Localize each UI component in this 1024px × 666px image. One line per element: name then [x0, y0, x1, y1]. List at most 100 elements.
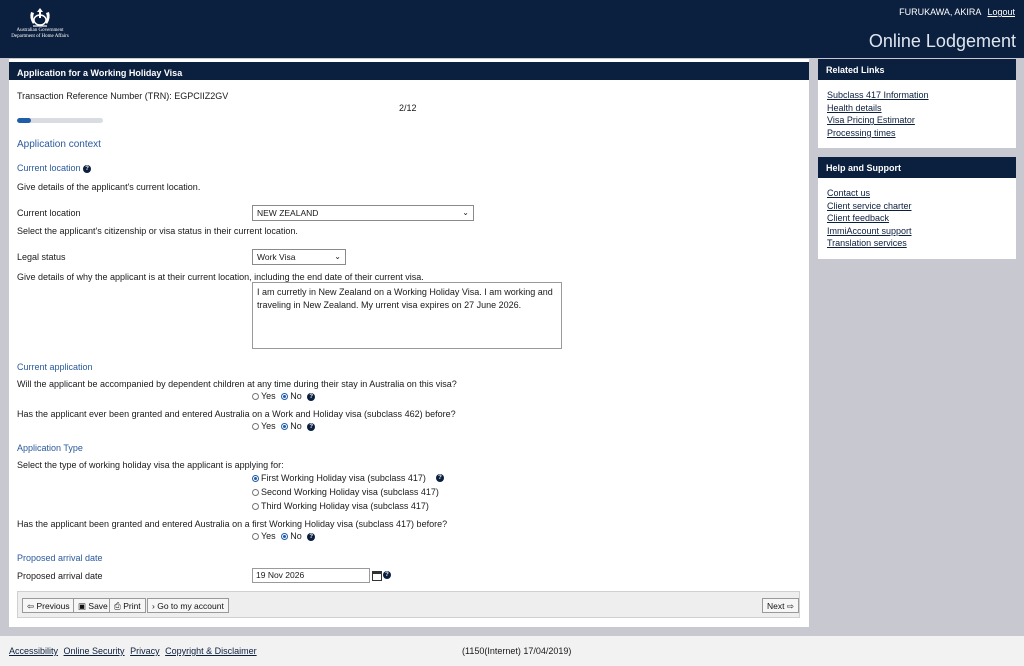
reason-textarea[interactable]: I am curretly in New Zealand on a Workin…: [252, 282, 562, 349]
footer-link-copyright[interactable]: Copyright & Disclaimer: [165, 646, 257, 656]
help-link-charter[interactable]: Client service charter: [827, 201, 912, 211]
help-support-list: Contact us Client service charter Client…: [818, 178, 1016, 256]
print-label: Print: [123, 601, 141, 611]
help-icon[interactable]: ?: [307, 423, 316, 431]
next-button[interactable]: Next ⇨: [762, 598, 799, 613]
citizenship-desc: Select the applicant's citizenship or vi…: [17, 226, 298, 236]
dependents-no-radio[interactable]: [281, 393, 289, 400]
question-462: Has the applicant ever been granted and …: [17, 409, 456, 419]
related-link-subclass-417[interactable]: Subclass 417 Information: [827, 90, 929, 100]
help-icon[interactable]: ?: [83, 165, 92, 173]
help-link-item: Client feedback: [827, 212, 1007, 225]
current-location-value: NEW ZEALAND: [257, 208, 319, 218]
question-dependents: Will the applicant be accompanied by dep…: [17, 379, 457, 389]
help-icon[interactable]: ?: [436, 474, 444, 482]
first-417-no-radio[interactable]: [281, 533, 289, 540]
footer-links: Accessibility Online Security Privacy Co…: [9, 646, 260, 656]
yes-label: Yes: [261, 421, 276, 431]
help-icon[interactable]: ?: [383, 571, 391, 579]
help-link-item: ImmiAccount support: [827, 225, 1007, 238]
current-location-select[interactable]: NEW ZEALAND ⌄: [252, 205, 474, 221]
current-application-heading: Current application: [17, 362, 93, 372]
related-links-panel: Related Links Subclass 417 Information H…: [818, 59, 1016, 148]
legal-status-select[interactable]: Work Visa ⌄: [252, 249, 346, 265]
version-text: (1150(Internet) 17/04/2019): [462, 646, 572, 656]
application-type-heading: Application Type: [17, 443, 83, 453]
subclass-462-no-radio[interactable]: [281, 423, 289, 430]
help-link-immiaccount[interactable]: ImmiAccount support: [827, 226, 912, 236]
government-logo: Australian Government Department of Home…: [8, 6, 72, 48]
related-links-title: Related Links: [818, 59, 1016, 80]
print-button[interactable]: ⎙ Print: [109, 598, 146, 613]
help-support-title: Help and Support: [818, 157, 1016, 178]
arrival-label: Proposed arrival date: [17, 571, 103, 581]
go-to-account-label: Go to my account: [157, 601, 224, 611]
footer-link-privacy[interactable]: Privacy: [130, 646, 160, 656]
dependents-yes-radio[interactable]: [252, 393, 259, 400]
visa-type-first-radio[interactable]: [252, 475, 259, 482]
no-label: No: [290, 391, 302, 401]
user-info: FURUKAWA, AKIRA Logout: [899, 7, 1015, 17]
previous-button[interactable]: ⇦ Previous: [22, 598, 75, 613]
help-icon[interactable]: ?: [307, 533, 316, 541]
previous-label: Previous: [36, 601, 70, 611]
legal-status-label: Legal status: [17, 252, 66, 262]
first-417-radio-group: Yes No ?: [252, 531, 316, 541]
logout-link[interactable]: Logout: [987, 7, 1015, 17]
save-label: Save: [88, 601, 108, 611]
footer-link-security[interactable]: Online Security: [64, 646, 125, 656]
user-name: FURUKAWA, AKIRA: [899, 7, 981, 17]
help-link-item: Translation services: [827, 237, 1007, 250]
help-support-panel: Help and Support Contact us Client servi…: [818, 157, 1016, 259]
footer-link-accessibility[interactable]: Accessibility: [9, 646, 58, 656]
no-label: No: [290, 531, 302, 541]
help-link-translation[interactable]: Translation services: [827, 238, 907, 248]
help-link-feedback[interactable]: Client feedback: [827, 213, 889, 223]
previous-arrow-icon: ⇦: [27, 601, 35, 611]
yes-label: Yes: [261, 531, 276, 541]
page-footer: Accessibility Online Security Privacy Co…: [0, 636, 1024, 666]
go-to-account-button[interactable]: › Go to my account: [147, 598, 229, 613]
save-icon: ▣: [78, 601, 87, 611]
first-417-yes-radio[interactable]: [252, 533, 259, 540]
related-link-item: Visa Pricing Estimator: [827, 114, 1007, 127]
arrival-heading: Proposed arrival date: [17, 553, 103, 563]
section-title: Application context: [17, 139, 101, 150]
visa-type-option-third[interactable]: Third Working Holiday visa (subclass 417…: [252, 501, 429, 511]
dependents-radio-group: Yes No ?: [252, 391, 316, 401]
visa-type-second-radio[interactable]: [252, 489, 259, 496]
site-header: Australian Government Department of Home…: [0, 0, 1024, 58]
progress-bar: [17, 118, 103, 123]
chevron-right-icon: ›: [152, 601, 155, 611]
save-button[interactable]: ▣ Save: [73, 598, 113, 613]
related-link-processing[interactable]: Processing times: [827, 128, 896, 138]
chevron-down-icon: ⌄: [334, 252, 341, 261]
site-title: Online Lodgement: [868, 31, 1016, 51]
arrival-date-input[interactable]: 19 Nov 2026: [252, 568, 370, 583]
related-link-pricing[interactable]: Visa Pricing Estimator: [827, 115, 915, 125]
related-link-item: Health details: [827, 102, 1007, 115]
visa-type-second-label: Second Working Holiday visa (subclass 41…: [261, 487, 439, 497]
subclass-462-yes-radio[interactable]: [252, 423, 259, 430]
coat-of-arms-icon: [30, 8, 50, 27]
chevron-down-icon: ⌄: [462, 208, 469, 217]
current-location-label: Current location: [17, 208, 81, 218]
current-location-heading: Current location ?: [17, 163, 92, 173]
related-link-item: Subclass 417 Information: [827, 89, 1007, 102]
type-desc: Select the type of working holiday visa …: [17, 460, 284, 470]
application-form-panel: Application for a Working Holiday Visa T…: [9, 59, 809, 627]
visa-type-option-first[interactable]: First Working Holiday visa (subclass 417…: [252, 473, 426, 483]
current-location-heading-text: Current location: [17, 163, 81, 173]
help-icon[interactable]: ?: [307, 393, 316, 401]
help-link-item: Client service charter: [827, 200, 1007, 213]
next-arrow-icon: ⇨: [786, 601, 794, 611]
related-link-item: Processing times: [827, 127, 1007, 140]
help-link-contact[interactable]: Contact us: [827, 188, 870, 198]
progress-fill: [17, 118, 32, 123]
visa-type-option-second[interactable]: Second Working Holiday visa (subclass 41…: [252, 487, 439, 497]
calendar-icon[interactable]: [372, 571, 382, 581]
subclass-462-radio-group: Yes No ?: [252, 421, 316, 431]
related-link-health[interactable]: Health details: [827, 103, 882, 113]
visa-type-third-radio[interactable]: [252, 503, 259, 510]
no-label: No: [290, 421, 302, 431]
